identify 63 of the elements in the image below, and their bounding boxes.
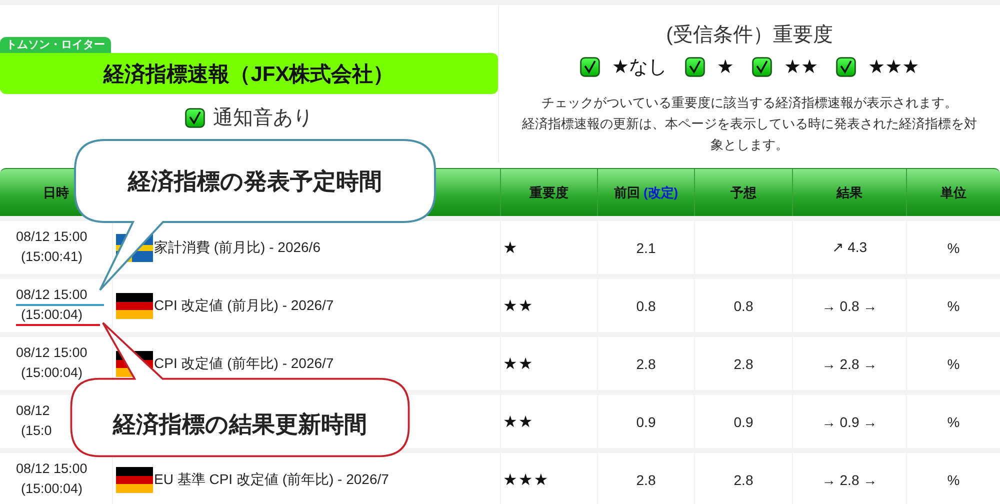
filter-note: 経済指標速報の更新は、本ページを表示している時に発表された経済指標を対象とします。 [521, 115, 978, 154]
update-time: (15:0 [21, 422, 52, 438]
filter-note: チェックがついている重要度に該当する経済指標速報が表示されます。 [540, 94, 958, 112]
filter-option-label: ★なし [612, 56, 667, 80]
previous-value: 2.8 [636, 472, 656, 488]
result-value: → 2.8 → [822, 356, 878, 372]
filter-option-label: ★★★ [868, 56, 920, 78]
indicator-name: EU 基準 CPI 改定値 (前年比) - 2026/7 [154, 470, 389, 488]
previous-value: 0.8 [636, 298, 656, 314]
filter-option-label: ★ [716, 56, 734, 78]
filter-option-label: ★★ [784, 56, 818, 78]
importance-stars: ★ [503, 238, 518, 257]
release-date: 08/12 15:00 [16, 286, 88, 302]
previous-value: 0.9 [636, 414, 656, 430]
unit-value: % [947, 298, 960, 314]
germany-flag-icon [116, 292, 153, 318]
previous-value: 2.1 [636, 240, 656, 256]
checkbox[interactable] [185, 108, 205, 128]
checkbox[interactable] [836, 57, 856, 77]
checkbox[interactable] [580, 57, 600, 77]
forecast-value: 2.8 [734, 472, 754, 488]
callout-text: 経済指標の結果更新時間 [112, 410, 368, 439]
forecast-value: 0.8 [734, 298, 754, 314]
result-value: ↗ 4.3 [832, 239, 868, 256]
release-date: 08/12 15:00 [16, 228, 88, 244]
update-time: (15:00:41) [21, 248, 83, 264]
callout-text: 経済指標の発表予定時間 [126, 167, 383, 196]
update-time: (15:00:04) [21, 306, 83, 322]
unit-value: % [947, 414, 960, 430]
unit-value: % [947, 472, 960, 488]
forecast-value: 2.8 [734, 356, 754, 372]
column-header: 前回 (改定) [614, 184, 678, 202]
importance-stars: ★★★ [503, 470, 550, 489]
forecast-value: 0.9 [734, 414, 754, 430]
importance-stars: ★★ [503, 296, 534, 315]
column-header: 予想 [730, 184, 756, 202]
update-time: (15:00:04) [21, 364, 83, 380]
column-header: 単位 [940, 184, 966, 202]
brand-tag: トムソン・ロイター [0, 37, 111, 53]
previous-value: 2.8 [636, 356, 656, 372]
indicator-name: CPI 改定値 (前月比) - 2026/7 [154, 296, 334, 314]
page-title: 経済指標速報（JFX株式会社） [0, 53, 498, 94]
importance-stars: ★★ [503, 412, 534, 431]
column-header: 結果 [836, 184, 862, 202]
result-value: → 0.9 → [822, 414, 878, 430]
update-time: (15:00:04) [21, 480, 83, 496]
importance-stars: ★★ [503, 354, 534, 373]
unit-value: % [947, 356, 960, 372]
indicator-name: 家計消費 (前月比) - 2026/6 [154, 238, 320, 256]
checkbox[interactable] [684, 57, 705, 77]
release-date: 08/12 15:00 [16, 344, 88, 360]
checkbox[interactable] [752, 57, 772, 77]
germany-flag-icon [116, 466, 153, 492]
result-value: → 2.8 → [822, 472, 878, 488]
release-date: 08/12 15:00 [16, 460, 88, 476]
indicator-name: CPI 改定値 (前年比) - 2026/7 [154, 354, 334, 372]
release-date: 08/12 [16, 402, 50, 418]
filter-title: (受信条件）重要度 [666, 23, 833, 48]
result-value: → 0.8 → [822, 298, 878, 314]
column-header: 日時 [43, 184, 69, 202]
column-header: 重要度 [530, 184, 568, 202]
sound-label: 通知音あり [213, 106, 313, 131]
unit-value: % [947, 240, 960, 256]
